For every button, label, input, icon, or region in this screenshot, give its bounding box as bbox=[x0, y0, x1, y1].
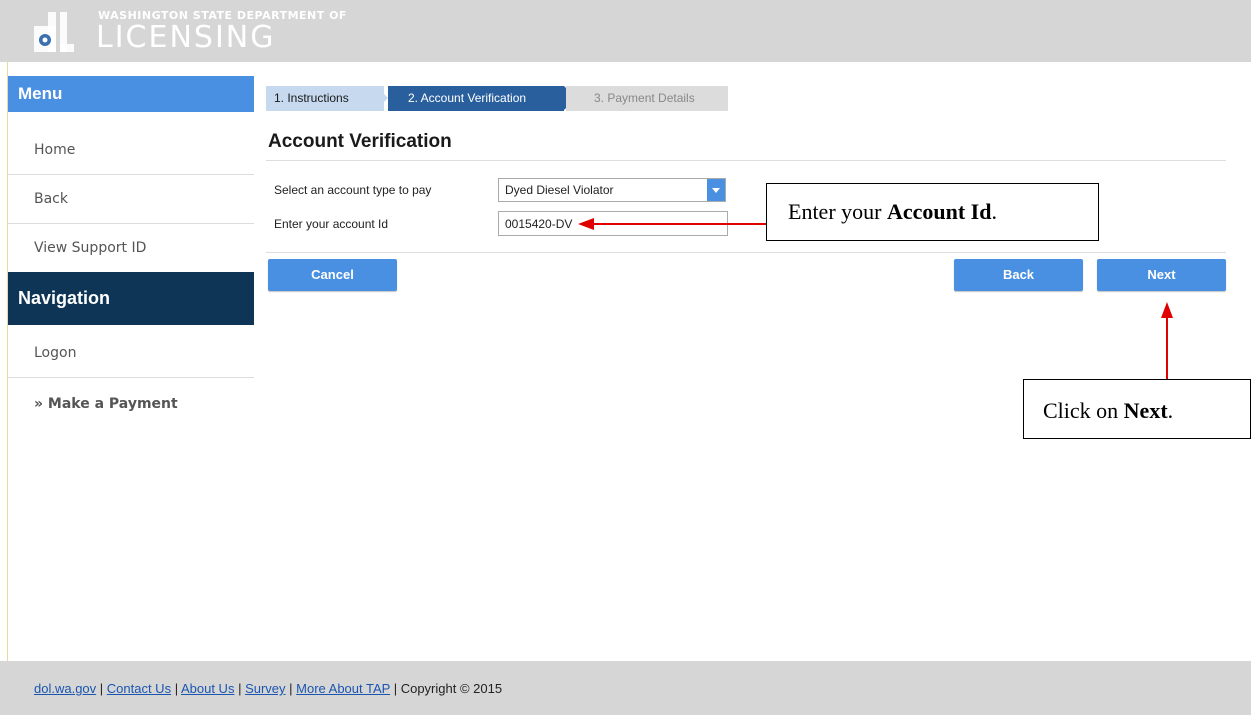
sidebar-item-make-a-payment[interactable]: » Make a Payment bbox=[8, 380, 254, 429]
account-type-label: Select an account type to pay bbox=[274, 183, 432, 197]
account-type-value: Dyed Diesel Violator bbox=[505, 183, 614, 197]
step-payment-details: 3. Payment Details bbox=[566, 86, 728, 111]
step-account-verification: 2. Account Verification bbox=[388, 86, 564, 111]
next-callout: Click on Next. bbox=[1023, 379, 1251, 439]
divider bbox=[266, 252, 1226, 253]
sidebar: Menu Home Back View Support ID Navigatio… bbox=[8, 62, 254, 662]
arrow-head-icon bbox=[1161, 302, 1173, 318]
cancel-button[interactable]: Cancel bbox=[268, 259, 397, 291]
divider bbox=[266, 160, 1226, 161]
dol-logo-icon bbox=[34, 12, 74, 52]
next-button[interactable]: Next bbox=[1097, 259, 1226, 291]
copyright: Copyright © 2015 bbox=[400, 681, 503, 696]
account-type-select[interactable]: Dyed Diesel Violator bbox=[498, 178, 726, 202]
callout-bold-text: Account Id bbox=[886, 199, 992, 224]
sidebar-item-back[interactable]: Back bbox=[8, 175, 254, 224]
account-id-callout: Enter your Account Id. bbox=[766, 183, 1099, 241]
callout-text: . bbox=[1167, 398, 1174, 423]
step-arrow-icon bbox=[376, 86, 388, 110]
step-instructions: 1. Instructions bbox=[266, 86, 384, 111]
footer-link-about-us[interactable]: About Us bbox=[181, 681, 234, 696]
callout-text: Enter your bbox=[788, 199, 887, 224]
account-id-input[interactable] bbox=[498, 211, 728, 236]
callout-bold-text: Next bbox=[1123, 398, 1168, 423]
sidebar-item-view-support-id[interactable]: View Support ID bbox=[8, 224, 254, 273]
site-header: WASHINGTON STATE DEPARTMENT OF LICENSING bbox=[0, 0, 1251, 62]
sidebar-item-home[interactable]: Home bbox=[8, 126, 254, 175]
footer-link-dol[interactable]: dol.wa.gov bbox=[34, 681, 96, 696]
site-footer: dol.wa.gov | Contact Us | About Us | Sur… bbox=[0, 661, 1251, 715]
navigation-heading: Navigation bbox=[8, 272, 254, 325]
menu-heading: Menu bbox=[8, 76, 254, 112]
page-title: Account Verification bbox=[268, 131, 452, 152]
chevron-down-icon[interactable] bbox=[707, 179, 725, 201]
back-button[interactable]: Back bbox=[954, 259, 1083, 291]
callout-text: Click on bbox=[1043, 398, 1124, 423]
sidebar-item-logon[interactable]: Logon bbox=[8, 329, 254, 378]
footer-link-more-about-tap[interactable]: More About TAP bbox=[296, 681, 390, 696]
footer-link-contact-us[interactable]: Contact Us bbox=[107, 681, 171, 696]
footer-link-survey[interactable]: Survey bbox=[245, 681, 285, 696]
account-id-label: Enter your account Id bbox=[274, 217, 389, 231]
agency-title: LICENSING bbox=[96, 20, 276, 55]
callout-text: . bbox=[991, 199, 997, 224]
